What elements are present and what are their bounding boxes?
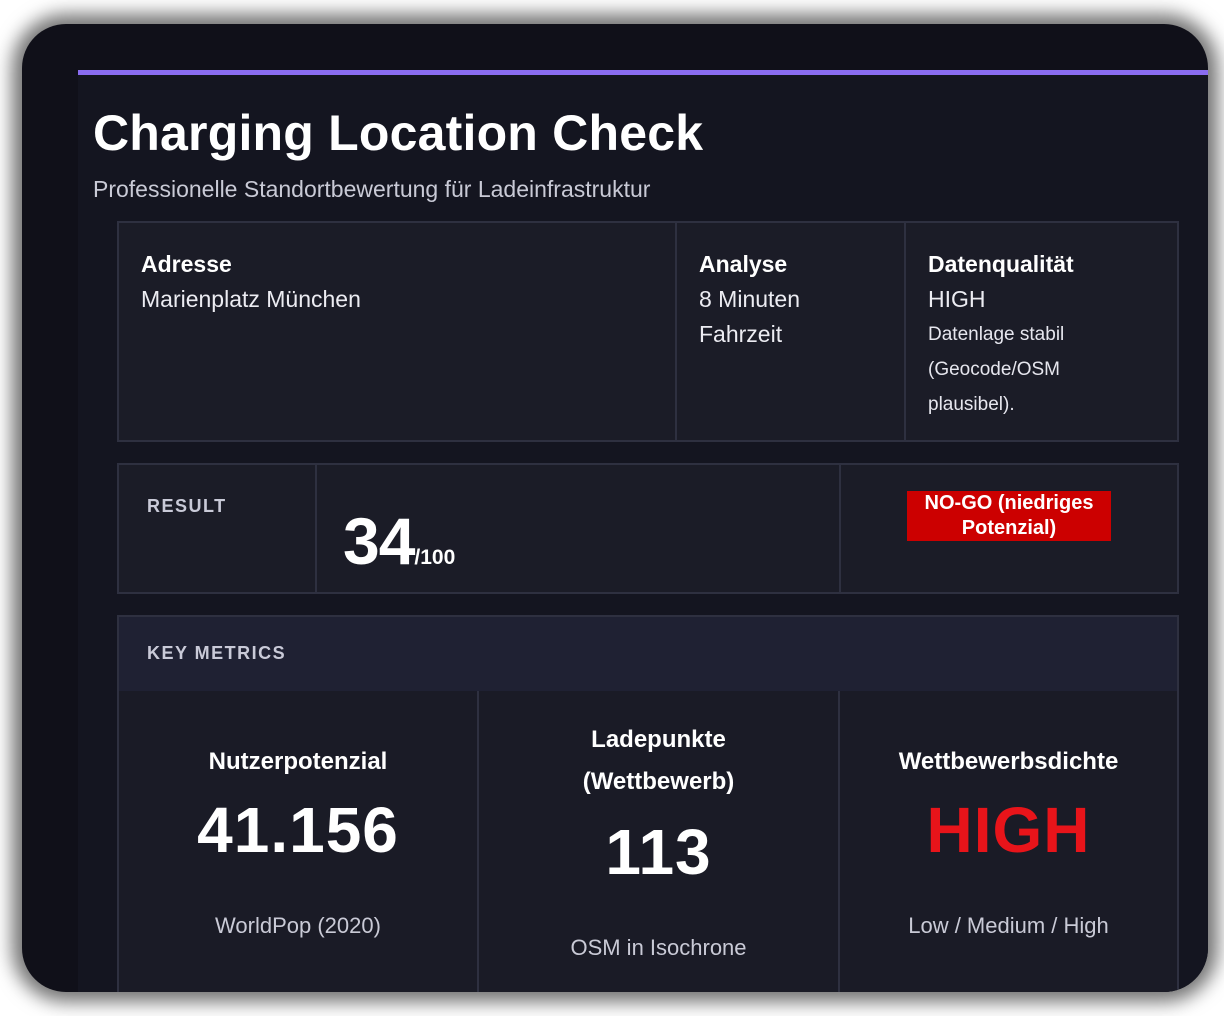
result-label: RESULT — [147, 496, 227, 516]
verdict-badge: NO-GO (niedriges Potenzial) — [907, 491, 1111, 541]
metric-value: 113 — [605, 816, 712, 888]
data-quality-label: Datenqualität — [928, 251, 1074, 277]
data-quality-value: HIGH — [928, 286, 986, 312]
key-metrics-title: KEY METRICS — [147, 643, 287, 663]
score-cell: 34/100 — [317, 465, 841, 592]
address-value: Marienplatz München — [141, 286, 361, 312]
metric-competition-density: Wettbewerbsdichte HIGH Low / Medium / Hi… — [840, 691, 1177, 992]
metric-value: 41.156 — [197, 794, 399, 866]
score-max: /100 — [414, 546, 456, 569]
metric-label: Nutzerpotenzial — [208, 748, 388, 775]
data-quality-note-line3: plausibel). — [928, 394, 1015, 415]
key-metrics-header: KEY METRICS — [117, 615, 1179, 693]
accent-bar — [78, 70, 1208, 75]
metric-label: Wettbewerbsdichte — [898, 748, 1119, 775]
metric-source: WorldPop (2020) — [215, 913, 381, 938]
score-value: 34 — [343, 504, 415, 578]
data-quality-note-line1: Datenlage stabil — [928, 324, 1065, 345]
result-label-cell: RESULT — [119, 465, 317, 592]
metric-scale: Low / Medium / High — [908, 913, 1109, 938]
metric-source: OSM in Isochrone — [570, 935, 747, 960]
data-quality-cell: Datenqualität HIGH Datenlage stabil (Geo… — [906, 223, 1177, 440]
report-card: Charging Location Check Professionelle S… — [78, 70, 1208, 992]
analysis-cell: Analyse 8 Minuten Fahrzeit — [677, 223, 906, 440]
metric-label-line2: (Wettbewerb) — [582, 768, 735, 795]
address-cell: Adresse Marienplatz München — [119, 223, 677, 440]
app-window: Charging Location Check Professionelle S… — [22, 24, 1208, 992]
analysis-value-line2: Fahrzeit — [699, 321, 783, 347]
score: 34/100 — [343, 503, 455, 579]
metric-user-potential: Nutzerpotenzial 41.156 WorldPop (2020) — [119, 691, 479, 992]
info-panel: Adresse Marienplatz München Analyse 8 Mi… — [117, 221, 1179, 442]
metric-charging-points: Ladepunkte (Wettbewerb) 113 OSM in Isoch… — [479, 691, 840, 992]
result-panel: RESULT 34/100 NO-GO (niedriges Potenzial… — [117, 463, 1179, 594]
address-label: Adresse — [141, 251, 232, 277]
metric-label-line1: Ladepunkte — [591, 726, 726, 753]
verdict-cell: NO-GO (niedriges Potenzial) — [841, 465, 1177, 592]
analysis-value-line1: 8 Minuten — [699, 286, 801, 312]
analysis-label: Analyse — [699, 251, 788, 277]
data-quality-note-line2: (Geocode/OSM — [928, 359, 1060, 380]
key-metrics-panel: Nutzerpotenzial 41.156 WorldPop (2020) L… — [117, 691, 1179, 992]
page-title: Charging Location Check — [93, 105, 704, 161]
page-subtitle: Professionelle Standortbewertung für Lad… — [93, 176, 651, 202]
metric-value: HIGH — [926, 794, 1091, 866]
